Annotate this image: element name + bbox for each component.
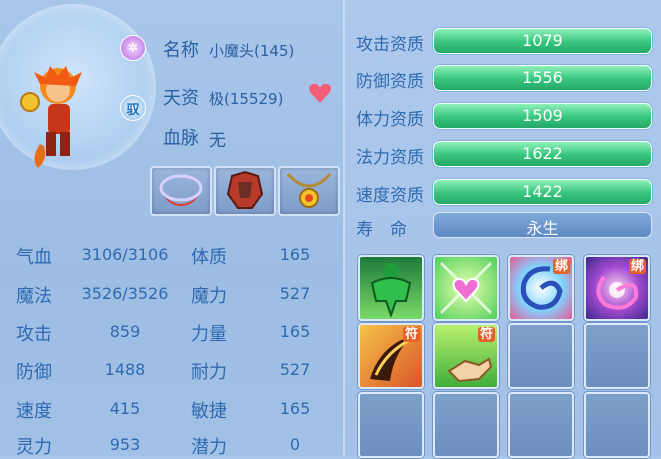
agility-value: 165 <box>279 399 311 418</box>
equipment-slot-necklace[interactable] <box>150 166 212 216</box>
skill-slot-4[interactable]: 绑 <box>584 255 650 321</box>
control-badge[interactable]: 驭 <box>120 95 146 121</box>
mp-value: 3526/3526 <box>81 284 169 303</box>
bound-tag: 绑 <box>552 259 570 274</box>
attack-aptitude-value: 1079 <box>522 31 563 50</box>
pet-info-panel: ✲ 驭 名称 小魔头(145) 天资 极(15529) 血脉 无 气血 3106… <box>0 0 343 458</box>
skill-slot-empty[interactable] <box>584 323 650 389</box>
name-value: 小魔头(145) <box>209 42 295 60</box>
magic-aptitude-label: 法力资质 <box>356 148 424 168</box>
hp-label: 气血 <box>16 247 52 268</box>
agility-label: 敏捷 <box>191 401 227 422</box>
speed-aptitude-bar: 1422 <box>433 179 652 205</box>
heart-sparkle-icon <box>439 261 493 315</box>
aptitude-label: 天资 <box>163 88 199 109</box>
talisman-tag: 符 <box>402 327 420 342</box>
talisman-tag: 符 <box>477 327 495 342</box>
skill-slot-empty[interactable] <box>433 392 499 458</box>
defense-aptitude-value: 1556 <box>522 68 563 87</box>
speed-value: 415 <box>109 399 141 418</box>
lifespan-label: 寿 命 <box>356 220 407 240</box>
defense-aptitude-bar: 1556 <box>433 65 652 91</box>
bloodline-value: 无 <box>209 131 226 151</box>
lifespan-value: 永生 <box>526 219 559 238</box>
attack-value: 859 <box>109 322 141 341</box>
bloodline-label: 血脉 <box>163 128 199 149</box>
attack-aptitude-label: 攻击资质 <box>356 35 424 55</box>
defense-aptitude-label: 防御资质 <box>356 72 424 92</box>
strength-label: 力量 <box>191 324 227 345</box>
pet-figure-icon <box>20 66 82 168</box>
potential-label: 潜力 <box>191 437 227 458</box>
skill-slot-empty[interactable] <box>584 392 650 458</box>
pet-avatar[interactable] <box>0 4 156 170</box>
lifespan-bar: 永生 <box>433 212 652 238</box>
endurance-label: 耐力 <box>191 362 227 383</box>
magic-aptitude-bar: 1622 <box>433 141 652 167</box>
mp-label: 魔法 <box>16 286 52 307</box>
defense-label: 防御 <box>16 362 52 383</box>
name-label: 名称 <box>163 40 199 61</box>
equipment-slot-armor[interactable] <box>214 166 276 216</box>
stamina-aptitude-value: 1509 <box>522 106 563 125</box>
potential-value: 0 <box>289 435 301 454</box>
speed-label: 速度 <box>16 401 52 422</box>
equipment-slot-amulet[interactable] <box>278 166 340 216</box>
skill-slot-empty[interactable] <box>358 392 424 458</box>
skill-slot-1[interactable] <box>358 255 424 321</box>
defense-value: 1488 <box>104 360 146 379</box>
speed-aptitude-label: 速度资质 <box>356 186 424 206</box>
muscle-green-icon <box>370 263 412 318</box>
skill-slot-empty[interactable] <box>508 392 574 458</box>
heart-icon[interactable] <box>308 82 332 104</box>
skill-slot-6[interactable]: 符 <box>433 323 499 389</box>
strength-value: 165 <box>279 322 311 341</box>
speed-aptitude-value: 1422 <box>522 182 563 201</box>
spirit-label: 灵力 <box>16 437 52 458</box>
attack-label: 攻击 <box>16 324 52 345</box>
aptitude-value: 极(15529) <box>209 90 284 108</box>
amulet-gold-icon <box>286 172 332 208</box>
magic-label: 魔力 <box>191 286 227 307</box>
constitution-label: 体质 <box>191 247 227 268</box>
magic-value: 527 <box>279 284 311 303</box>
bound-tag: 绑 <box>628 259 646 274</box>
spirit-value: 953 <box>109 435 141 454</box>
stamina-aptitude-bar: 1509 <box>433 103 652 129</box>
hp-value: 3106/3106 <box>81 245 169 264</box>
skill-slot-empty[interactable] <box>508 323 574 389</box>
skill-slot-5[interactable]: 符 <box>358 323 424 389</box>
spirit-badge-icon[interactable]: ✲ <box>120 35 146 61</box>
constitution-value: 165 <box>279 245 311 264</box>
stamina-aptitude-label: 体力资质 <box>356 110 424 130</box>
magic-aptitude-value: 1622 <box>522 144 563 163</box>
attack-aptitude-bar: 1079 <box>433 28 652 54</box>
skill-slot-3[interactable]: 绑 <box>508 255 574 321</box>
skill-slot-2[interactable] <box>433 255 499 321</box>
endurance-value: 527 <box>279 360 311 379</box>
armor-red-icon <box>226 170 264 209</box>
necklace-red-icon <box>159 174 203 206</box>
